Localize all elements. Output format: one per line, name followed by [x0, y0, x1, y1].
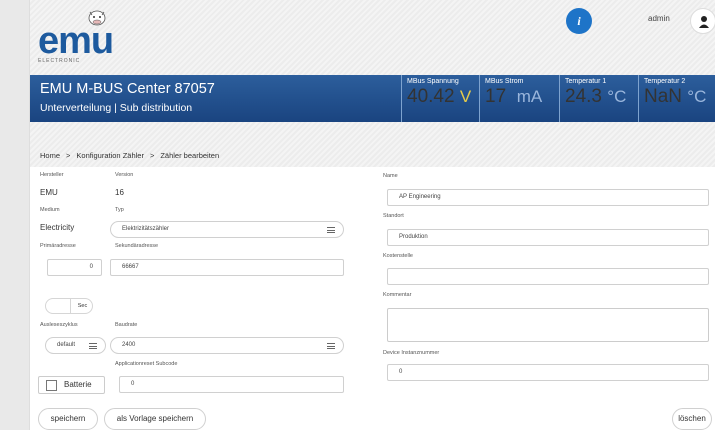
ausleseszyklus-select[interactable]: default — [45, 337, 106, 354]
name-label: Name — [383, 173, 398, 179]
sec-option[interactable]: Sec — [70, 299, 94, 313]
measure-label: Temperatur 1 — [565, 78, 607, 85]
measure-unit: mA — [516, 87, 543, 106]
baudrate-label: Baudrate — [115, 322, 138, 328]
baudrate-select[interactable]: 2400 — [110, 337, 344, 354]
ausleseszyklus-value: default — [57, 342, 76, 348]
measure-temperature-1: Temperatur 1 24.3 °C — [559, 75, 638, 122]
breadcrumb-edit: Zähler bearbeiten — [160, 151, 220, 160]
breadcrumb-config[interactable]: Konfiguration Zähler — [76, 151, 144, 160]
device-banner: EMU M-BUS Center 87057 Unterverteilung |… — [30, 75, 715, 122]
user-name[interactable]: admin — [648, 14, 670, 23]
typ-label: Typ — [115, 207, 124, 213]
save-button[interactable]: speichern — [38, 408, 98, 430]
measure-mbus-current: MBus Strom 17 mA — [479, 75, 559, 122]
batterie-checkbox[interactable]: Batterie — [38, 376, 105, 394]
measure-label: MBus Strom — [485, 78, 524, 85]
hamburger-menu-icon — [327, 343, 335, 349]
measure-value: 17 — [485, 86, 507, 107]
hamburger-menu-icon — [327, 227, 335, 233]
measure-label: MBus Spannung — [407, 78, 459, 85]
medium-label: Medium — [40, 207, 60, 213]
checkbox-icon — [46, 380, 57, 391]
page: emu ELECTRONIC i admin EMU M-BUS Center … — [0, 0, 715, 430]
typ-select-value: Elektrizitätszähler — [122, 226, 170, 232]
measure-unit: °C — [687, 87, 707, 106]
kommentar-label: Kommentar — [383, 292, 412, 298]
measure-label: Temperatur 2 — [644, 78, 686, 85]
ausleseszyklus-label: Ausleseszyklus — [40, 322, 78, 328]
sekundaeradresse-label: Sekundäradresse — [115, 243, 159, 249]
typ-select[interactable]: Elektrizitätszähler — [110, 221, 344, 238]
measure-value: 40.42 — [407, 86, 455, 107]
kommentar-textarea[interactable] — [387, 308, 709, 342]
logo-subtitle: ELECTRONIC — [38, 58, 81, 64]
version-value: 16 — [115, 188, 124, 197]
info-icon[interactable]: i — [566, 8, 592, 34]
baudrate-value: 2400 — [122, 342, 136, 348]
hersteller-label: Hersteller — [40, 172, 64, 178]
primaeradresse-input[interactable]: 0 — [47, 259, 102, 276]
version-label: Version — [115, 172, 134, 178]
address-mode-toggle[interactable]: Sec — [45, 298, 93, 314]
name-input[interactable]: AP Engineering — [387, 189, 709, 206]
batterie-label: Batterie — [64, 380, 92, 389]
kostenstelle-label: Kostenstelle — [383, 253, 413, 259]
device-title: EMU M-BUS Center 87057 — [40, 81, 215, 97]
standort-label: Standort — [383, 213, 404, 219]
logo-wordmark: emu — [38, 20, 114, 62]
breadcrumb-separator: > — [66, 151, 71, 160]
delete-button[interactable]: löschen — [672, 408, 712, 430]
hersteller-value: EMU — [40, 188, 58, 197]
kostenstelle-input[interactable] — [387, 268, 709, 285]
applicationreset-input[interactable]: 0 — [119, 376, 344, 393]
hamburger-menu-icon — [89, 343, 97, 349]
sekundaeradresse-input[interactable]: 66667 — [110, 259, 344, 276]
person-icon — [699, 16, 709, 28]
standort-input[interactable]: Produktion — [387, 229, 709, 246]
measure-value: NaN — [644, 86, 683, 107]
breadcrumb-separator: > — [149, 151, 155, 160]
device-subtitle: Unterverteilung | Sub distribution — [40, 102, 193, 114]
breadcrumb-home[interactable]: Home — [40, 151, 60, 160]
breadcrumb: Home > Konfiguration Zähler > Zähler bea… — [40, 151, 219, 160]
user-avatar-icon[interactable] — [690, 8, 715, 34]
device-instanznummer-label: Device Instanznummer — [383, 350, 440, 356]
measure-unit: V — [459, 87, 472, 106]
measure-unit: °C — [607, 87, 627, 106]
primaeradresse-label: Primäradresse — [40, 243, 76, 249]
left-sidebar-strip — [0, 0, 30, 430]
measure-mbus-voltage: MBus Spannung 40.42 V — [401, 75, 479, 122]
measure-temperature-2: Temperatur 2 NaN °C — [638, 75, 715, 122]
top-bar: emu ELECTRONIC i admin — [30, 0, 715, 75]
save-as-template-button[interactable]: als Vorlage speichern — [104, 408, 206, 430]
device-instanznummer-input[interactable]: 0 — [387, 364, 709, 381]
pattern-strip — [30, 122, 715, 167]
emu-logo[interactable]: emu ELECTRONIC — [38, 6, 128, 66]
measure-value: 24.3 — [565, 86, 602, 107]
applicationreset-label: Applicationreset Subcode — [115, 361, 178, 367]
medium-value: Electricity — [40, 223, 75, 232]
